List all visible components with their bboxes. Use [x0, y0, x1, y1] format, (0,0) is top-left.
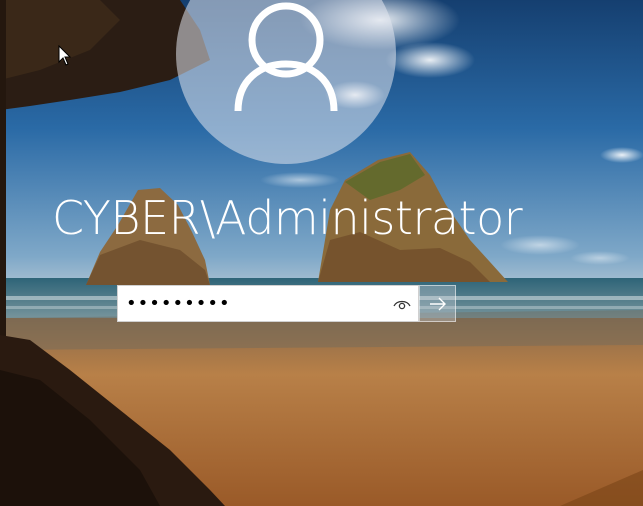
mouse-cursor-icon: [58, 45, 72, 66]
arrow-right-icon: [429, 297, 446, 310]
password-row: [117, 285, 456, 322]
username-label: CYBER\Administrator: [52, 191, 523, 245]
eye-icon[interactable]: [392, 294, 412, 314]
password-field-container: [117, 285, 419, 322]
lock-screen: CYBER\Administrator: [0, 0, 643, 506]
submit-button[interactable]: [419, 285, 456, 322]
password-input[interactable]: [118, 286, 386, 321]
user-avatar: [176, 0, 396, 164]
user-silhouette-icon: [234, 2, 338, 112]
